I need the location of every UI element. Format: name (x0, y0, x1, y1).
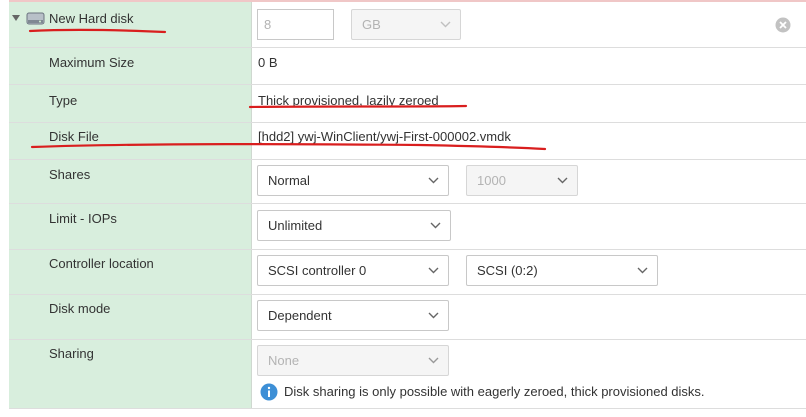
disk-size-input[interactable]: 8 (257, 9, 334, 40)
left-gutter (0, 0, 9, 417)
limit-iops-select[interactable]: Unlimited (257, 210, 451, 241)
sharing-select[interactable]: None (257, 345, 449, 376)
chevron-down-icon (428, 267, 439, 274)
controller-location-label: Controller location (49, 256, 154, 271)
disk-mode-value: Dependent (268, 308, 332, 323)
sharing-row: Sharing None Disk sharing is only possib… (9, 339, 806, 409)
shares-select[interactable]: Normal (257, 165, 449, 196)
chevron-down-icon (430, 222, 441, 229)
remove-icon[interactable] (775, 17, 791, 33)
sharing-label: Sharing (49, 346, 94, 361)
shares-select-value: Normal (268, 173, 310, 188)
disk-file-row: Disk File [hdd2] ywj-WinClient/ywj-First… (9, 122, 806, 160)
disk-file-label: Disk File (49, 129, 99, 144)
disk-size-unit-value: GB (362, 17, 381, 32)
maximum-size-value: 0 B (258, 55, 278, 70)
type-label: Type (49, 93, 78, 108)
chevron-down-icon (440, 21, 451, 28)
chevron-down-icon (428, 357, 439, 364)
limit-iops-row: Limit - IOPs Unlimited (9, 204, 806, 250)
shares-row: Shares Normal 1000 (9, 160, 806, 204)
chevron-down-icon (428, 312, 439, 319)
controller-select[interactable]: SCSI controller 0 (257, 255, 449, 286)
controller-location-row: Controller location SCSI controller 0 SC… (9, 249, 806, 295)
disk-file-value: [hdd2] ywj-WinClient/ywj-First-000002.vm… (258, 129, 511, 144)
limit-iops-value: Unlimited (268, 218, 323, 233)
scsi-slot-select[interactable]: SCSI (0:2) (466, 255, 658, 286)
disk-mode-row: Disk mode Dependent (9, 294, 806, 340)
new-hard-disk-header-row: New Hard disk 8 GB (9, 2, 806, 48)
sharing-select-value: None (268, 353, 300, 368)
type-row: Type Thick provisioned, lazily zeroed (9, 85, 806, 123)
disk-mode-label: Disk mode (49, 301, 111, 316)
disk-mode-select[interactable]: Dependent (257, 300, 449, 331)
limit-iops-label: Limit - IOPs (49, 211, 117, 226)
chevron-down-icon (428, 177, 439, 184)
maximum-size-label: Maximum Size (49, 55, 135, 70)
type-value: Thick provisioned, lazily zeroed (258, 93, 439, 108)
expand-caret-icon[interactable] (12, 15, 21, 22)
chevron-down-icon (637, 267, 648, 274)
maximum-size-row: Maximum Size 0 B (9, 47, 806, 85)
disk-size-unit-select[interactable]: GB (351, 9, 461, 40)
scsi-slot-value: SCSI (0:2) (477, 263, 538, 278)
hard-disk-title[interactable]: New Hard disk (49, 11, 134, 26)
sharing-info-text: Disk sharing is only possible with eager… (284, 384, 705, 399)
info-icon (260, 383, 278, 401)
chevron-down-icon (557, 177, 568, 184)
hard-disk-icon (26, 12, 45, 25)
shares-number-value: 1000 (477, 173, 506, 188)
shares-number-select[interactable]: 1000 (466, 165, 578, 196)
controller-select-value: SCSI controller 0 (268, 263, 367, 278)
shares-label: Shares (49, 167, 91, 182)
